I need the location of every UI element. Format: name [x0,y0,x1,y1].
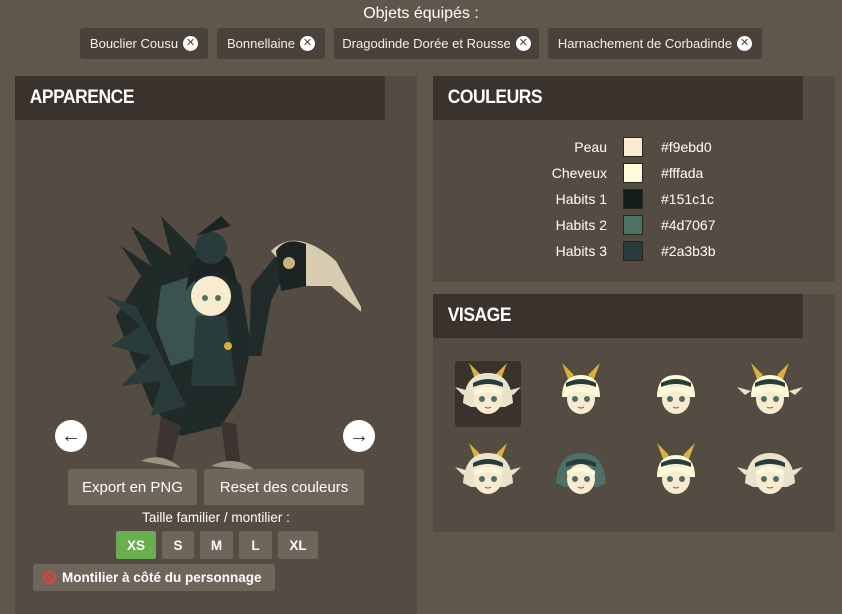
ban-icon [43,571,56,584]
color-label: Habits 1 [555,191,607,207]
equipped-chip[interactable]: Bonnellaine ✕ [217,28,325,59]
size-button-l[interactable]: L [239,531,272,559]
color-hex: #2a3b3b [661,243,716,259]
face-portrait-icon [657,375,695,414]
color-swatch[interactable] [623,241,643,261]
color-swatch[interactable] [623,215,643,235]
color-label: Habits 3 [555,243,607,259]
color-row-hair[interactable]: Cheveux #fffada [433,160,835,186]
face-option-7[interactable] [643,441,709,507]
remove-icon[interactable]: ✕ [183,36,199,51]
chip-label: Bouclier Cousu [89,36,179,51]
face-portrait-icon [455,363,521,414]
face-portrait-icon [737,363,803,414]
equipped-chip[interactable]: Dragodinde Dorée et Rousse ✕ [334,28,539,59]
color-row-clothes-1[interactable]: Habits 1 #151c1c [433,186,835,212]
color-label: Cheveux [551,165,607,181]
color-swatch[interactable] [623,163,643,183]
face-option-5[interactable] [455,441,521,507]
reset-colors-button[interactable]: Reset des couleurs [204,469,364,505]
face-portrait-icon [556,453,606,494]
remove-icon[interactable]: ✕ [515,36,531,51]
color-hex: #f9ebd0 [661,139,712,155]
equipped-chip[interactable]: Bouclier Cousu ✕ [80,28,208,59]
equipped-items: Bouclier Cousu ✕ Bonnellaine ✕ Dragodind… [0,28,842,59]
color-swatch[interactable] [623,189,643,209]
character-illustration [106,216,366,471]
colors-panel: COULEURS Peau #f9ebd0 Cheveux #fffada Ha… [433,76,835,282]
face-title: VISAGE [433,294,803,338]
character-preview [101,156,366,476]
size-label: Taille familier / montilier : [142,510,290,525]
size-button-xl[interactable]: XL [278,531,318,559]
face-option-1[interactable] [455,361,521,427]
appearance-panel: APPARENCE ← → Export en PNG Reset des co… [15,76,417,614]
color-row-clothes-2[interactable]: Habits 2 #4d7067 [433,212,835,238]
size-button-xs[interactable]: XS [116,531,156,559]
remove-icon[interactable]: ✕ [737,36,753,51]
size-selector: XS S M L XL [116,531,318,559]
face-option-4[interactable] [737,361,803,427]
color-swatch[interactable] [623,137,643,157]
mount-beside-character-toggle[interactable]: Montilier à côté du personnage [33,564,275,591]
color-hex: #151c1c [661,191,714,207]
face-portrait-icon [737,453,803,494]
face-option-6[interactable] [548,441,614,507]
size-button-s[interactable]: S [162,531,194,559]
face-option-8[interactable] [737,441,803,507]
appearance-title: APPARENCE [15,76,385,120]
face-panel: VISAGE [433,294,835,532]
equipped-title: Objets équipés : [363,5,479,22]
remove-icon[interactable]: ✕ [299,36,315,51]
face-option-2[interactable] [548,361,614,427]
color-row-skin[interactable]: Peau #f9ebd0 [433,134,835,160]
chip-label: Bonnellaine [227,36,295,51]
equipped-chip[interactable]: Harnachement de Corbadinde ✕ [548,28,762,59]
color-label: Peau [574,139,607,155]
previous-arrow-icon[interactable]: ← [55,420,87,452]
size-button-m[interactable]: M [200,531,233,559]
chip-label: Harnachement de Corbadinde [557,36,733,51]
color-hex: #fffada [661,165,704,181]
face-portrait-icon [562,363,600,414]
colors-title: COULEURS [433,76,803,120]
chip-label: Dragodinde Dorée et Rousse [342,36,511,51]
color-label: Habits 2 [555,217,607,233]
next-arrow-icon[interactable]: → [343,420,375,452]
face-portrait-icon [657,443,695,494]
export-png-button[interactable]: Export en PNG [68,469,197,505]
mount-toggle-label: Montilier à côté du personnage [62,570,262,585]
face-portrait-icon [455,443,521,494]
face-option-3[interactable] [643,361,709,427]
color-hex: #4d7067 [661,217,716,233]
color-row-clothes-3[interactable]: Habits 3 #2a3b3b [433,238,835,264]
